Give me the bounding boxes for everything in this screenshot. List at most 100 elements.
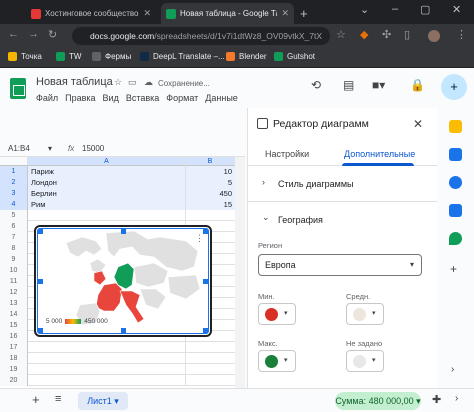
row-number[interactable]: 19: [0, 364, 28, 375]
history-icon[interactable]: ⟲: [311, 78, 321, 92]
comments-icon[interactable]: ▤: [343, 78, 354, 92]
row-number[interactable]: 12: [0, 287, 28, 298]
menu-data[interactable]: Данные: [205, 93, 238, 103]
row-number[interactable]: 6: [0, 221, 28, 232]
resize-handle-s[interactable]: [121, 328, 126, 333]
bookmark-star-icon[interactable]: ☆: [336, 28, 346, 41]
row-number[interactable]: 9: [0, 254, 28, 265]
chevron-down-icon[interactable]: ⌄: [262, 212, 270, 223]
name-box-dropdown-icon[interactable]: ▾: [48, 144, 52, 153]
calendar-icon[interactable]: [449, 120, 462, 133]
menu-edit[interactable]: Правка: [65, 93, 95, 103]
cell-a[interactable]: Рим: [28, 199, 186, 210]
keep-icon[interactable]: [449, 148, 462, 161]
sum-indicator[interactable]: Сумма: 480 000,00 ▾: [335, 392, 421, 410]
forward-icon[interactable]: →: [28, 28, 39, 40]
row-number[interactable]: 16: [0, 331, 28, 342]
resize-handle-sw[interactable]: [38, 328, 43, 333]
share-add-person-icon[interactable]: +: [441, 74, 467, 100]
chart-menu-icon[interactable]: ⋮: [195, 233, 204, 244]
row-number[interactable]: 20: [0, 375, 28, 386]
row-number[interactable]: 3: [0, 188, 28, 199]
row-number[interactable]: 14: [0, 309, 28, 320]
close-icon[interactable]: ✕: [281, 8, 289, 19]
row-number[interactable]: 13: [0, 298, 28, 309]
region-select[interactable]: Европа ▾: [258, 254, 422, 276]
row-number[interactable]: 2: [0, 177, 28, 188]
reload-icon[interactable]: ↻: [48, 28, 57, 41]
cell-a[interactable]: Париж: [28, 166, 186, 177]
address-bar[interactable]: docs.google.com/spreadsheets/d/1v7i1dtWz…: [72, 27, 330, 45]
menu-format[interactable]: Формат: [166, 93, 198, 103]
bookmark-item[interactable]: Gutshot: [274, 52, 315, 61]
add-sheet-icon[interactable]: +: [32, 392, 40, 407]
collapse-icon[interactable]: ›: [455, 393, 458, 404]
column-header-b[interactable]: B: [186, 157, 235, 166]
column-header-a[interactable]: A: [28, 157, 186, 166]
no-data-color-picker[interactable]: ▾: [346, 350, 384, 372]
maximize-icon[interactable]: ▢: [420, 3, 430, 16]
extensions-puzzle-icon[interactable]: ✣: [382, 28, 391, 41]
row-number[interactable]: 5: [0, 210, 28, 221]
row-number[interactable]: 11: [0, 276, 28, 287]
cloud-sync-icon[interactable]: ☁: [144, 77, 153, 88]
new-tab-icon[interactable]: +: [300, 6, 308, 21]
section-geography[interactable]: География: [278, 215, 323, 225]
bookmark-item[interactable]: Точка: [8, 52, 42, 61]
browser-tab-sheets[interactable]: Новая таблица - Google Табл ✕: [161, 3, 294, 24]
cell-a[interactable]: [28, 375, 186, 386]
close-icon[interactable]: ✕: [413, 117, 423, 131]
star-icon[interactable]: ☆: [114, 77, 122, 88]
mid-color-picker[interactable]: ▾: [346, 303, 384, 325]
row-number[interactable]: 10: [0, 265, 28, 276]
profile-icon[interactable]: [428, 30, 440, 42]
lock-icon[interactable]: 🔒: [410, 78, 425, 92]
menu-insert[interactable]: Вставка: [126, 93, 159, 103]
bookmark-item[interactable]: DeepL Translate –...: [140, 52, 225, 61]
collapse-panel-icon[interactable]: ›: [451, 364, 454, 375]
corner-select-all[interactable]: [0, 157, 28, 166]
sheet-tab[interactable]: Лист1 ▾: [78, 392, 128, 410]
move-folder-icon[interactable]: ▭: [128, 77, 137, 88]
name-box[interactable]: A1:B4: [8, 144, 30, 153]
min-color-picker[interactable]: ▾: [258, 303, 296, 325]
menu-icon[interactable]: ⋮: [456, 28, 467, 41]
resize-handle-se[interactable]: [203, 328, 208, 333]
extension-icon[interactable]: ◆: [360, 28, 368, 41]
bookmark-item[interactable]: TW: [56, 52, 81, 61]
menu-view[interactable]: Вид: [103, 93, 119, 103]
resize-handle-n[interactable]: [121, 229, 126, 234]
window-close-icon[interactable]: ✕: [452, 3, 461, 16]
resize-handle-e[interactable]: [203, 279, 208, 284]
row-number[interactable]: 4: [0, 199, 28, 210]
menu-file[interactable]: Файл: [36, 93, 58, 103]
row-number[interactable]: 15: [0, 320, 28, 331]
tab-search-icon[interactable]: ⌄: [360, 3, 369, 16]
cell-a[interactable]: [28, 210, 186, 221]
meet-video-icon[interactable]: ■▾: [372, 78, 385, 92]
close-icon[interactable]: ✕: [143, 8, 151, 19]
row-number[interactable]: 17: [0, 342, 28, 353]
explore-icon[interactable]: ✚: [432, 393, 441, 406]
tasks-icon[interactable]: [449, 176, 462, 189]
sidebar-icon[interactable]: ▯: [404, 28, 410, 41]
cell-b[interactable]: [186, 210, 235, 221]
maps-icon[interactable]: [449, 232, 462, 245]
cell-b[interactable]: 10: [186, 166, 235, 177]
cell-a[interactable]: [28, 342, 186, 353]
bookmark-item[interactable]: Blender: [226, 52, 267, 61]
row-number[interactable]: 18: [0, 353, 28, 364]
browser-tab-hosting[interactable]: Хостинговое сообщество «Ти ✕: [26, 3, 156, 24]
row-number[interactable]: 7: [0, 232, 28, 243]
cell-b[interactable]: [186, 364, 235, 375]
row-number[interactable]: 1: [0, 166, 28, 177]
vertical-scrollbar[interactable]: [235, 157, 245, 388]
row-number[interactable]: 8: [0, 243, 28, 254]
contacts-icon[interactable]: [449, 204, 462, 217]
cell-b[interactable]: 5: [186, 177, 235, 188]
resize-handle-w[interactable]: [38, 279, 43, 284]
geo-chart[interactable]: ⋮ 5 000 450 000: [34, 225, 212, 337]
cell-a[interactable]: Берлин: [28, 188, 186, 199]
cell-b[interactable]: [186, 353, 235, 364]
resize-handle-ne[interactable]: [203, 229, 208, 234]
